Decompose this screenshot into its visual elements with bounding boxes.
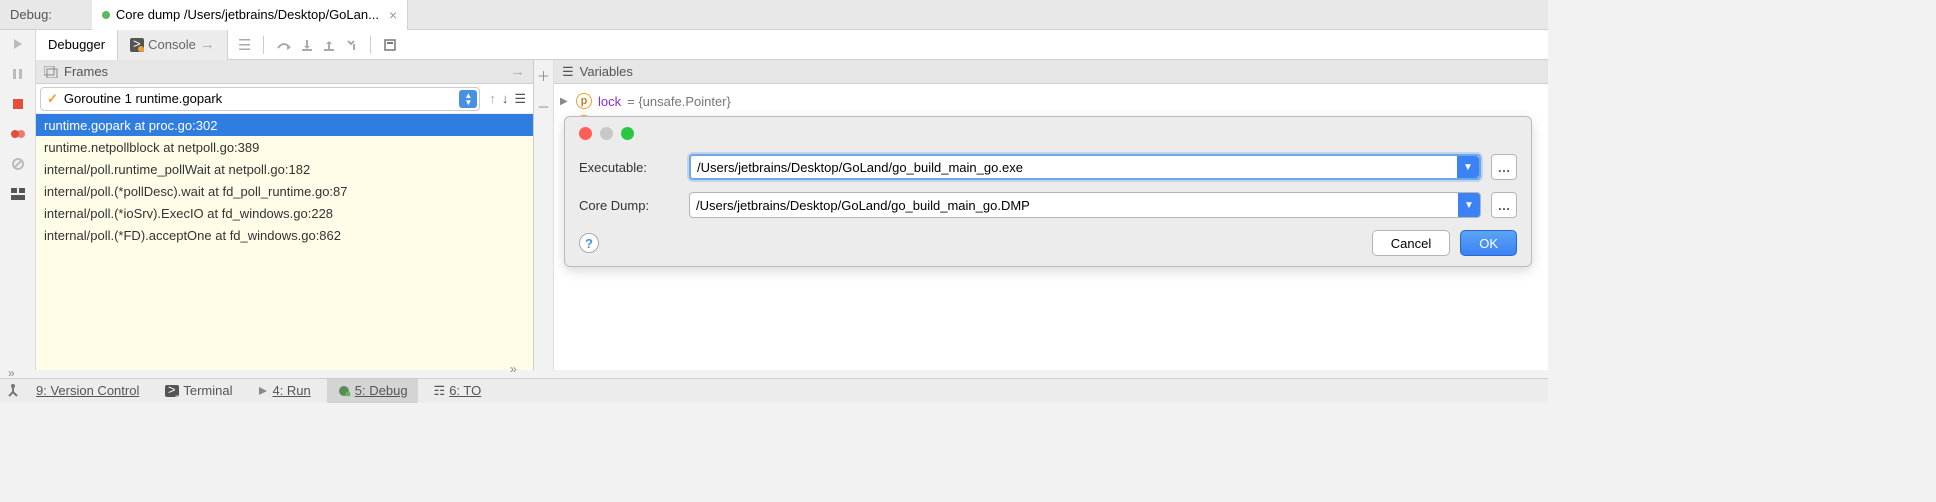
vcs-icon (6, 384, 20, 398)
browse-button[interactable]: … (1491, 192, 1517, 218)
p-badge-icon: p (576, 93, 592, 109)
mute-icon[interactable] (10, 156, 26, 172)
vars-area: ＋ － ☰ Variables ▶ p lock = {unsafe.Point… (534, 60, 1548, 370)
bottom-terminal[interactable]: >_ Terminal (155, 379, 242, 403)
dropdown-icon[interactable]: ▼ (1457, 156, 1479, 178)
stack-row[interactable]: internal/poll.(*FD).acceptOne at fd_wind… (36, 224, 533, 246)
window-controls (579, 127, 1517, 140)
arrow-right-icon: → (200, 36, 215, 53)
executable-input[interactable]: /Users/jetbrains/Desktop/GoLand/go_build… (689, 154, 1481, 180)
header-tab[interactable]: Core dump /Users/jetbrains/Desktop/GoLan… (92, 0, 408, 30)
status-dot-icon (102, 11, 110, 19)
evaluate-icon[interactable] (383, 38, 397, 52)
close-window-icon[interactable] (579, 127, 592, 140)
breakpoints-icon[interactable] (10, 126, 26, 142)
terminal-icon: >_ (165, 385, 179, 397)
stack-row[interactable]: internal/poll.runtime_pollWait at netpol… (36, 158, 533, 180)
help-icon[interactable]: ? (579, 233, 599, 253)
coredump-label: Core Dump: (579, 198, 679, 213)
main-area: Debugger >_ Console → ☰ Frame (0, 30, 1548, 370)
svg-text:>_: >_ (168, 385, 179, 397)
vars-header: ☰ Variables (554, 60, 1548, 84)
check-icon: ✓ (47, 91, 58, 107)
minimize-window-icon[interactable] (600, 127, 613, 140)
tab-console[interactable]: >_ Console → (118, 30, 228, 60)
close-icon[interactable]: × (389, 7, 397, 23)
stack-row[interactable]: runtime.gopark at proc.go:302 (36, 114, 533, 136)
bottom-debug[interactable]: 5: Debug (327, 379, 418, 403)
stack-row[interactable]: internal/poll.(*ioSrv).ExecIO at fd_wind… (36, 202, 533, 224)
zoom-window-icon[interactable] (621, 127, 634, 140)
panes: Frames → ✓ Goroutine 1 runtime.gopark ▲▼… (36, 60, 1548, 370)
mid-sidebar: ＋ － (534, 60, 554, 370)
expand-icon[interactable]: ▶ (560, 96, 570, 107)
debug-toolbar: Debugger >_ Console → ☰ (36, 30, 1548, 60)
ok-button[interactable]: OK (1460, 230, 1517, 256)
tab-debugger[interactable]: Debugger (36, 30, 118, 60)
stop-icon[interactable] (10, 96, 26, 112)
console-icon: >_ (130, 38, 144, 52)
expand-icon[interactable]: » (510, 362, 517, 376)
frames-pane: Frames → ✓ Goroutine 1 runtime.gopark ▲▼… (36, 60, 534, 370)
left-sidebar (0, 30, 36, 370)
todo-icon: ☶ (434, 383, 446, 399)
run-to-cursor-icon[interactable] (344, 38, 358, 52)
stack-list: runtime.gopark at proc.go:302 runtime.ne… (36, 114, 533, 370)
step-into-icon[interactable] (300, 38, 314, 52)
stack-icon[interactable]: ☰ (511, 91, 529, 107)
play-icon (258, 386, 268, 396)
dropdown-icon[interactable]: ▼ (1458, 193, 1480, 217)
vars-body: ▶ p lock = {unsafe.Pointer} p reason = {… (554, 84, 1548, 370)
frames-header: Frames → (36, 60, 533, 84)
pause-icon[interactable] (10, 66, 26, 82)
minus-icon[interactable]: － (537, 97, 550, 116)
debug-label: Debug: (0, 7, 62, 22)
stack-row[interactable]: runtime.netpollblock at netpoll.go:389 (36, 136, 533, 158)
arrow-right-icon[interactable]: → (510, 63, 525, 80)
goroutine-select[interactable]: ✓ Goroutine 1 runtime.gopark ▲▼ (40, 87, 480, 111)
stack-row[interactable]: internal/poll.(*pollDesc).wait at fd_pol… (36, 180, 533, 202)
layout-icon[interactable] (10, 186, 26, 202)
coredump-input[interactable]: /Users/jetbrains/Desktop/GoLand/go_build… (689, 192, 1481, 218)
content: Debugger >_ Console → ☰ Frame (36, 30, 1548, 370)
rerun-icon[interactable] (10, 36, 26, 52)
step-out-icon[interactable] (322, 38, 336, 52)
vars-pane: ☰ Variables ▶ p lock = {unsafe.Pointer} … (554, 60, 1548, 370)
bottom-run[interactable]: 4: Run (248, 379, 320, 403)
header-tab-label: Core dump /Users/jetbrains/Desktop/GoLan… (116, 7, 379, 22)
plus-icon[interactable]: ＋ (537, 66, 550, 85)
bottom-bar: 9: Version Control >_ Terminal 4: Run 5:… (0, 378, 1548, 402)
browse-button[interactable]: … (1491, 154, 1517, 180)
step-over-icon[interactable] (276, 38, 292, 52)
up-icon[interactable]: ↑ (486, 91, 499, 106)
list-icon: ☰ (562, 64, 574, 80)
threads-icon[interactable]: ☰ (238, 36, 251, 54)
cancel-button[interactable]: Cancel (1372, 230, 1450, 256)
goroutine-row: ✓ Goroutine 1 runtime.gopark ▲▼ ↑ ↓ ☰ (36, 84, 533, 114)
bug-icon (337, 385, 351, 397)
updown-icon[interactable]: ▲▼ (459, 90, 477, 108)
down-icon[interactable]: ↓ (499, 91, 512, 106)
var-row[interactable]: ▶ p lock = {unsafe.Pointer} (560, 90, 1542, 112)
executable-label: Executable: (579, 160, 679, 175)
bottom-vcs[interactable]: 9: Version Control (26, 379, 149, 403)
core-dump-dialog: Executable: /Users/jetbrains/Desktop/GoL… (564, 116, 1532, 267)
frames-icon (44, 66, 58, 78)
bottom-todo[interactable]: ☶ 6: TO (424, 379, 492, 403)
debug-header: Debug: Core dump /Users/jetbrains/Deskto… (0, 0, 1548, 30)
